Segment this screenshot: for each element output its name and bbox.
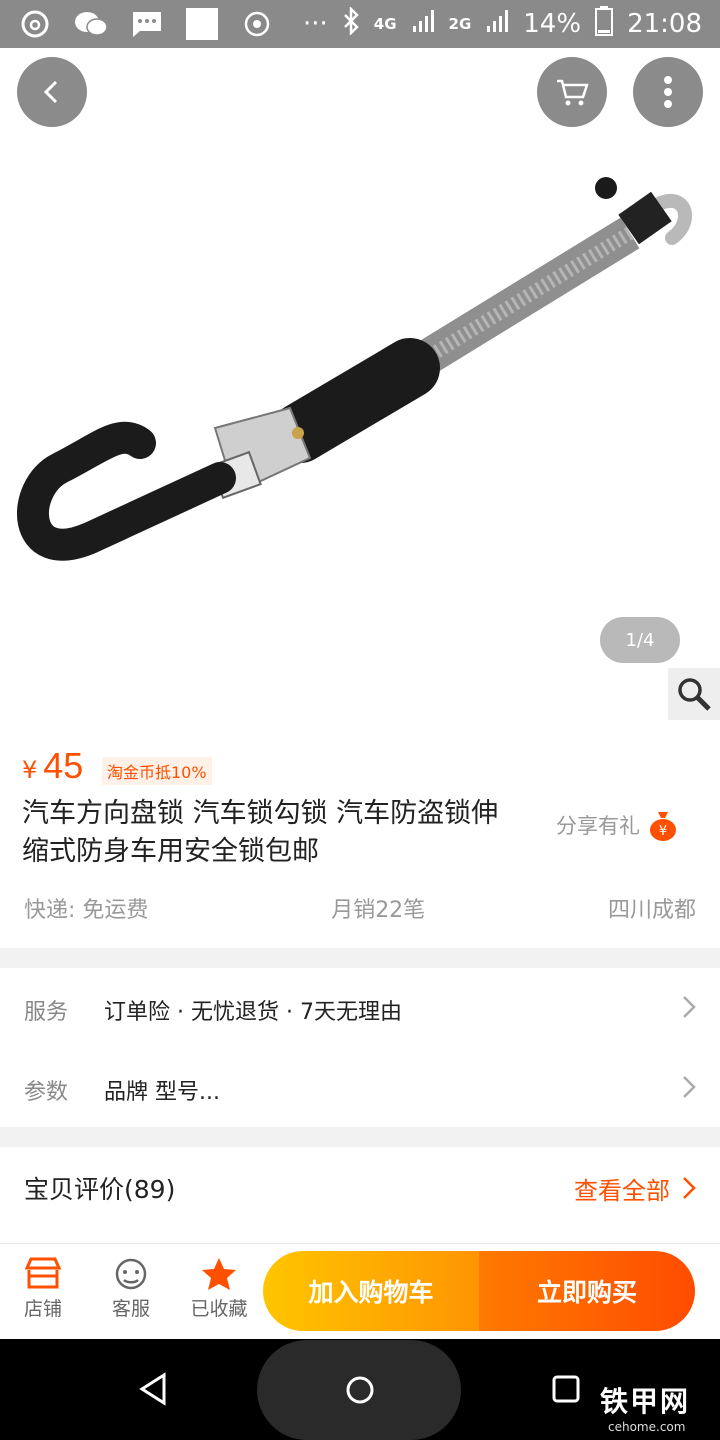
network-type-2: 2G — [448, 15, 472, 33]
square-recents-icon — [552, 1375, 580, 1403]
customer-service-label: 客服 — [111, 1298, 150, 1320]
signal-icon-2 — [485, 8, 509, 41]
customer-service-tab[interactable]: 客服 — [96, 1256, 166, 1321]
cart-icon — [557, 79, 589, 106]
shop-tab[interactable]: 店铺 — [8, 1256, 78, 1321]
reviews-title: 宝贝评价(89) — [24, 1175, 176, 1204]
home-circle-icon — [346, 1376, 374, 1404]
add-to-cart-button[interactable]: 加入购物车 — [263, 1251, 479, 1331]
network-type: 4G — [373, 15, 397, 33]
buy-now-button[interactable]: 立即购买 — [479, 1251, 695, 1331]
svg-text:¥: ¥ — [659, 824, 667, 839]
service-value: 订单险 · 无忧退货 · 7天无理由 — [104, 1000, 402, 1025]
shipping-fee: 快递: 免运费 — [24, 898, 149, 923]
watermark-url: cehome.com — [608, 1420, 686, 1434]
more-vertical-icon — [664, 76, 672, 108]
app-notification-icon — [240, 8, 274, 40]
nav-recents-button[interactable] — [551, 1374, 581, 1408]
netease-music-icon — [18, 8, 52, 40]
zoom-button[interactable] — [668, 668, 720, 720]
star-icon — [202, 1258, 236, 1290]
params-value: 品牌 型号... — [104, 1080, 220, 1105]
coin-discount-badge: 淘金币抵10% — [102, 757, 212, 785]
reviews-row[interactable]: 宝贝评价(89) 查看全部 — [0, 1147, 720, 1229]
params-label: 参数 — [24, 1080, 69, 1105]
signal-icon — [411, 8, 435, 41]
back-button[interactable] — [17, 57, 87, 127]
image-page-indicator: 1/4 — [600, 617, 680, 663]
view-all-label: 查看全部 — [574, 1176, 670, 1205]
product-title: 汽车方向盘锁 汽车锁勾锁 汽车防盗锁伸缩式防身车用安全锁包邮 — [22, 798, 499, 867]
service-label: 服务 — [24, 1000, 69, 1025]
message-icon — [130, 8, 164, 40]
battery-icon — [595, 5, 614, 43]
favorited-label: 已收藏 — [190, 1298, 248, 1320]
nav-back-button[interactable] — [138, 1372, 170, 1410]
status-bar: ··· 4G 2G 14% 21:08 — [0, 0, 720, 48]
params-row[interactable]: 参数 品牌 型号... — [0, 1050, 720, 1130]
price: ¥ 45 — [22, 745, 83, 787]
status-indicators: ··· 4G 2G 14% 21:08 — [303, 0, 702, 48]
cart-button[interactable] — [537, 57, 607, 127]
shop-icon — [24, 1257, 62, 1289]
watermark-logo-text: 铁甲网 — [600, 1385, 691, 1418]
more-options-button[interactable] — [633, 57, 703, 127]
shipping-info-row: 快递: 免运费 月销22笔 四川成都 — [0, 892, 720, 924]
ship-from-location: 四川成都 — [607, 898, 696, 923]
section-divider — [0, 1127, 720, 1147]
chevron-right-icon — [683, 1177, 696, 1199]
chevron-right-icon — [682, 1075, 696, 1106]
battery-percent: 14% — [523, 9, 582, 39]
triangle-back-icon — [139, 1372, 166, 1406]
section-divider — [0, 948, 720, 968]
favorite-tab[interactable]: 已收藏 — [184, 1256, 254, 1321]
bluetooth-icon — [342, 5, 360, 42]
currency-symbol: ¥ — [22, 756, 38, 784]
service-row[interactable]: 服务 订单险 · 无忧退货 · 7天无理由 — [0, 970, 720, 1050]
notification-icons — [18, 8, 274, 40]
share-button[interactable]: 分享有礼 ¥ — [556, 808, 678, 842]
shop-label: 店铺 — [23, 1298, 62, 1320]
site-watermark: 铁甲网 cehome.com — [600, 1380, 690, 1434]
chevron-right-icon — [682, 995, 696, 1026]
magnifier-icon — [678, 678, 711, 711]
view-all-reviews-link[interactable]: 查看全部 — [574, 1171, 696, 1206]
image-notification-icon — [186, 8, 218, 40]
customer-service-icon — [115, 1258, 147, 1290]
share-label: 分享有礼 — [556, 814, 640, 838]
wechat-icon — [74, 8, 108, 40]
nav-home-button[interactable] — [344, 1374, 376, 1410]
monthly-sales: 月销22笔 — [331, 898, 426, 923]
price-value: 45 — [43, 745, 84, 786]
clock: 21:08 — [627, 9, 702, 39]
money-bag-icon: ¥ — [650, 812, 676, 841]
chevron-left-icon — [43, 80, 58, 104]
more-notifications-icon: ··· — [302, 9, 328, 39]
